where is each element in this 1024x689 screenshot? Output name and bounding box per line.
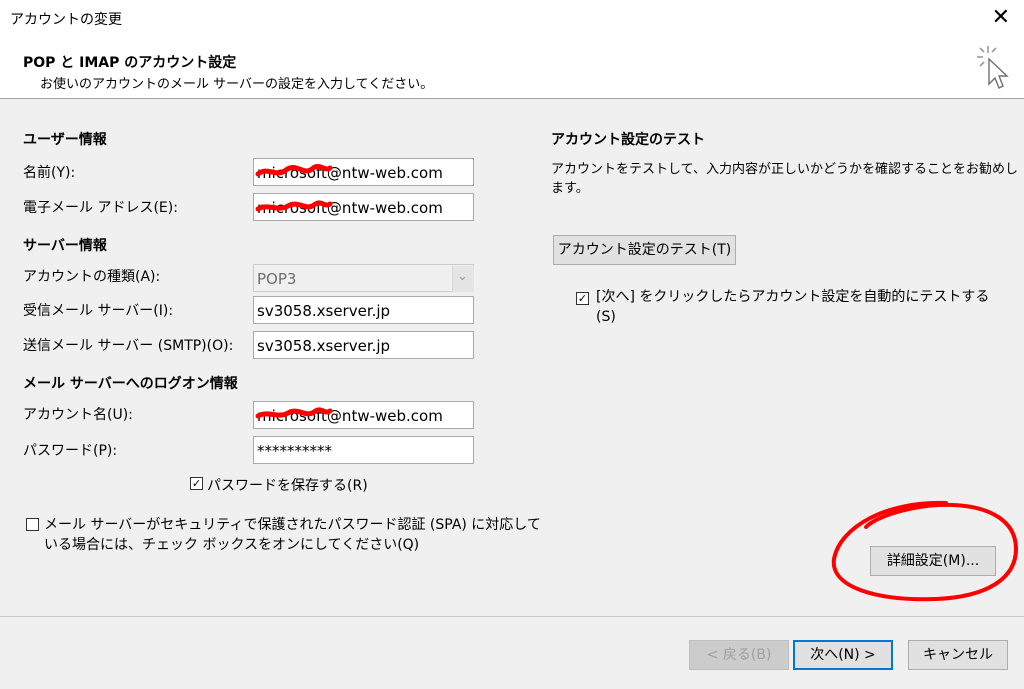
page-subtitle: お使いのアカウントのメール サーバーの設定を入力してください。 (40, 77, 434, 92)
spa-label: メール サーバーがセキュリティで保護されたパスワード認証 (SPA) に対応して… (44, 515, 541, 555)
name-label: 名前(Y): (23, 165, 76, 181)
outgoing-server-label: 送信メール サーバー (SMTP)(O): (23, 338, 234, 354)
test-description-line: アカウントをテストして、入力内容が正しいかどうかを確認することをお勧めし (551, 162, 1018, 177)
save-password-checkbox[interactable]: ✓ (190, 477, 203, 490)
auto-test-checkbox[interactable]: ✓ (576, 292, 589, 305)
footer-separator (0, 616, 1024, 617)
dropdown-arrow-icon[interactable]: ⌄ (452, 266, 474, 292)
test-description-line: ます。 (551, 181, 589, 196)
save-password-label: パスワードを保存する(R) (207, 478, 368, 494)
account-name-label: アカウント名(U): (23, 407, 133, 423)
window-title: アカウントの変更 (10, 12, 122, 28)
account-type-label: アカウントの種類(A): (23, 269, 161, 285)
annotation-circle (831, 500, 1019, 602)
password-label: パスワード(P): (23, 443, 118, 459)
back-button[interactable]: < 戻る(B) (689, 640, 789, 670)
wizard-cursor-icon (977, 46, 1009, 89)
spa-checkbox[interactable] (26, 518, 39, 531)
incoming-server-input[interactable]: sv3058.xserver.jp (253, 296, 474, 324)
password-input[interactable]: ********** (253, 436, 474, 464)
title-bar: アカウントの変更 ✕ (0, 0, 1024, 38)
user-info-heading: ユーザー情報 (23, 132, 107, 148)
test-account-button[interactable]: アカウント設定のテスト(T) (553, 235, 736, 265)
account-type-select[interactable]: POP3 (253, 264, 474, 292)
close-icon[interactable]: ✕ (992, 3, 1010, 33)
redaction-scribble (255, 407, 333, 419)
server-info-heading: サーバー情報 (23, 238, 107, 254)
redaction-scribble (255, 200, 333, 212)
redaction-scribble (255, 163, 333, 177)
next-button[interactable]: 次へ(N) > (793, 640, 893, 670)
auto-test-label: [次へ] をクリックしたらアカウント設定を自動的にテストする (S) (596, 287, 989, 327)
dialog-header: POP と IMAP のアカウント設定 お使いのアカウントのメール サーバーの設… (0, 38, 1024, 99)
outgoing-server-input[interactable]: sv3058.xserver.jp (253, 331, 474, 359)
spa-label-line: いる場合には、チェック ボックスをオンにしてください(Q) (44, 537, 420, 553)
test-description: アカウントをテストして、入力内容が正しいかどうかを確認することをお勧めし ます。 (551, 160, 1018, 198)
email-label: 電子メール アドレス(E): (23, 200, 178, 216)
test-heading: アカウント設定のテスト (551, 132, 705, 148)
cancel-button[interactable]: キャンセル (908, 640, 1008, 670)
page-title: POP と IMAP のアカウント設定 (23, 55, 237, 71)
auto-test-label-line: [次へ] をクリックしたらアカウント設定を自動的にテストする (596, 289, 990, 305)
incoming-server-label: 受信メール サーバー(I): (23, 303, 174, 319)
auto-test-label-line: (S) (596, 309, 616, 325)
logon-info-heading: メール サーバーへのログオン情報 (23, 376, 238, 392)
spa-label-line: メール サーバーがセキュリティで保護されたパスワード認証 (SPA) に対応して (44, 517, 541, 533)
